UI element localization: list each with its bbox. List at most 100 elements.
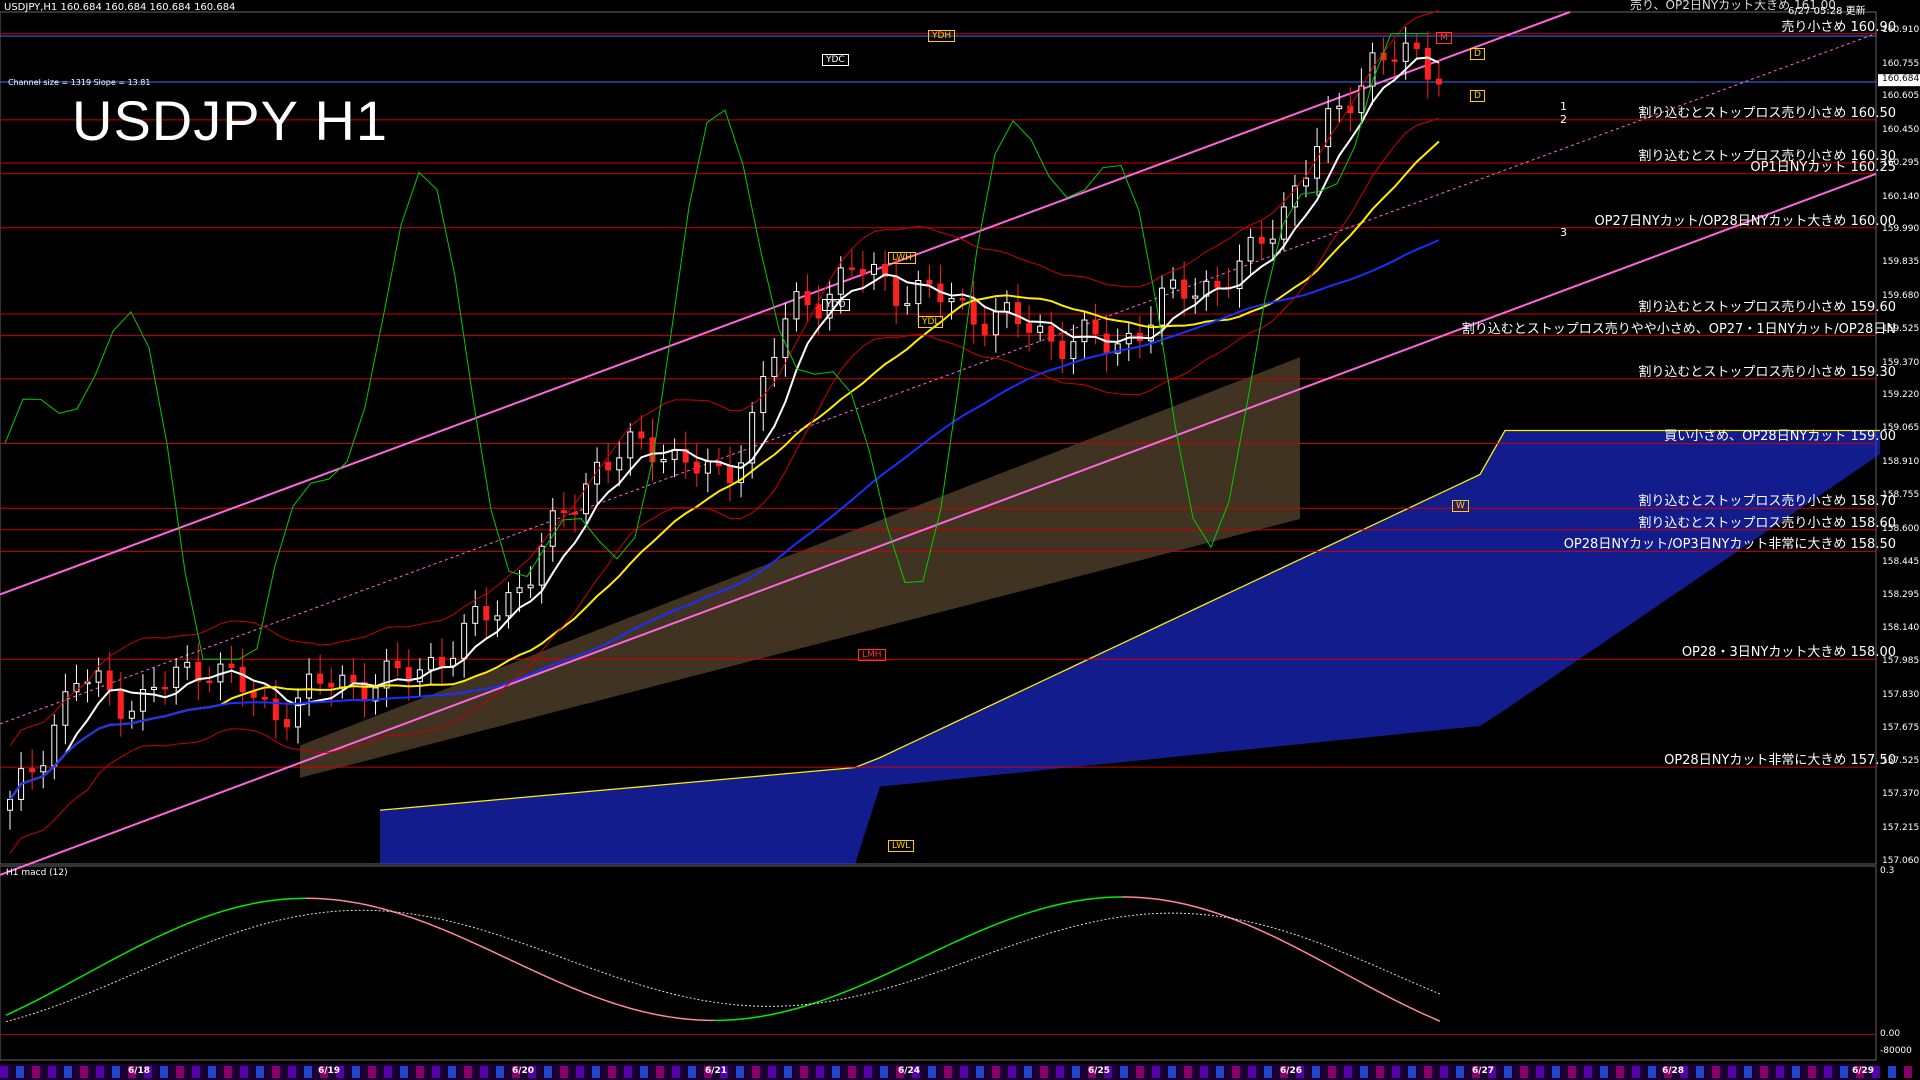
date-strip-cell — [112, 1066, 120, 1078]
macd-segment — [653, 1013, 661, 1017]
macd-segment — [755, 1015, 763, 1018]
date-strip-cell — [656, 1066, 664, 1078]
macd-segment — [1343, 972, 1351, 978]
date-strip-cell — [848, 1066, 856, 1078]
date-strip-cell — [1568, 1066, 1576, 1078]
macd-segment — [467, 939, 475, 944]
macd-segment — [83, 971, 91, 976]
candle-body — [571, 512, 578, 515]
date-strip-cell — [944, 1066, 952, 1078]
candle-body — [283, 719, 290, 728]
macd-segment — [1151, 897, 1159, 901]
macd-segment — [1247, 924, 1255, 929]
date-strip-cell — [416, 1066, 424, 1078]
macd-segment — [143, 939, 151, 945]
macd-segment — [1169, 900, 1177, 904]
candle-body — [1159, 287, 1165, 326]
current-price-label: 160.684 — [1882, 74, 1920, 85]
date-strip-cell — [384, 1066, 392, 1078]
macd-segment — [53, 987, 61, 992]
macd-segment — [851, 985, 859, 990]
macd-signal — [5, 909, 1441, 1023]
macd-segment — [821, 997, 829, 1002]
candle-body — [505, 592, 512, 617]
date-strip-cell — [1744, 1066, 1752, 1078]
macd-segment — [737, 1018, 745, 1021]
macd-segment — [845, 988, 853, 993]
macd-panel-frame — [0, 865, 1877, 1061]
date-strip-cell — [928, 1066, 936, 1078]
macd-segment — [59, 984, 67, 989]
macd-segment — [419, 919, 427, 924]
macd-segment — [1313, 956, 1321, 961]
macd-segment — [137, 942, 145, 948]
date-label: 6/18 — [128, 1066, 151, 1076]
macd-segment — [167, 928, 175, 933]
macd-segment — [869, 978, 877, 983]
macd-segment — [443, 929, 451, 934]
date-strip-cell — [672, 1066, 680, 1078]
date-strip-cell — [1232, 1066, 1240, 1078]
date-strip-cell — [1392, 1066, 1400, 1078]
candle-body — [1424, 47, 1431, 80]
macd-segment — [677, 1017, 685, 1020]
date-label: 6/28 — [1662, 1066, 1685, 1076]
macd-segment — [1373, 988, 1381, 994]
candle-body — [992, 311, 999, 336]
price-tick: 160.295 — [1882, 158, 1920, 169]
date-strip-cell — [608, 1066, 616, 1078]
macd-segment — [671, 1016, 679, 1019]
price-tick: 160.910 — [1882, 25, 1920, 36]
date-strip-cell — [1344, 1066, 1352, 1078]
macd-segment — [371, 905, 379, 909]
macd-segment — [329, 898, 337, 901]
macd-segment — [1079, 898, 1087, 902]
level-label: OP28・3日NYカット大きめ 158.00 — [1681, 645, 1896, 661]
date-strip-cell — [592, 1066, 600, 1078]
macd-segment — [131, 945, 139, 951]
date-strip-cell — [176, 1066, 184, 1078]
date-strip-cell — [240, 1066, 248, 1078]
macd-segment — [1403, 1004, 1411, 1009]
candle-body — [948, 297, 955, 303]
candle-body — [1192, 295, 1199, 299]
macd-segment — [581, 991, 589, 995]
candle-body — [350, 674, 357, 683]
macd-segment — [515, 961, 523, 967]
macd-segment — [413, 917, 421, 922]
candle-body — [95, 670, 102, 683]
candle-body — [749, 412, 756, 464]
date-strip-cell — [1824, 1066, 1832, 1078]
macd-segment — [209, 912, 217, 917]
macd-segment — [1385, 994, 1393, 1000]
macd-segment — [485, 947, 493, 953]
date-strip-cell — [1136, 1066, 1144, 1078]
macd-tick: -80000 — [1880, 1046, 1912, 1056]
price-tick: 159.680 — [1882, 290, 1920, 301]
date-strip-cell — [496, 1066, 504, 1078]
candle-body — [1413, 42, 1420, 49]
macd-segment — [1337, 969, 1345, 974]
macd-segment — [1331, 965, 1339, 971]
date-strip-cell — [544, 1066, 552, 1078]
macd-segment — [221, 908, 229, 913]
macd-segment — [941, 944, 949, 949]
macd-segment — [635, 1009, 643, 1013]
macd-segment — [1001, 919, 1009, 923]
macd-segment — [365, 904, 373, 907]
price-tick: 159.220 — [1882, 390, 1920, 400]
candle-body — [416, 669, 423, 683]
macd-segment — [1031, 909, 1039, 913]
date-strip-cell — [1216, 1066, 1224, 1078]
date-strip-cell — [1696, 1066, 1704, 1078]
candle-body — [727, 465, 733, 484]
candle-body — [1336, 105, 1343, 110]
candle-body — [693, 461, 700, 474]
macd-segment — [17, 1006, 25, 1011]
date-strip-cell — [256, 1066, 264, 1078]
macd-segment — [1289, 943, 1297, 949]
macd-segment — [995, 921, 1003, 926]
macd-segment — [1409, 1006, 1417, 1012]
macd-segment — [893, 967, 901, 972]
candle-body — [328, 682, 335, 688]
